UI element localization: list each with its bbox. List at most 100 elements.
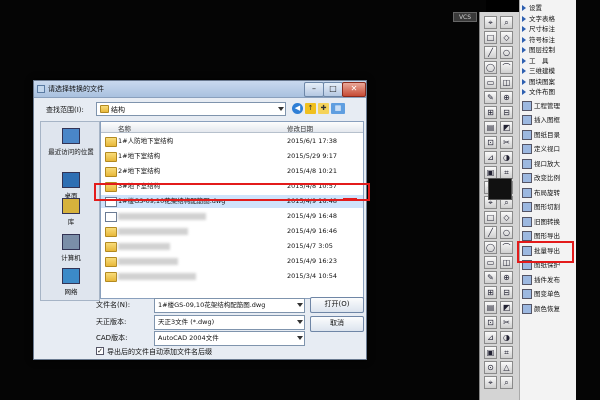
view-menu-icon[interactable]: ▦ — [331, 103, 345, 114]
suffix-checkbox[interactable]: ✓ — [96, 347, 104, 355]
tool-icon[interactable]: ▤ — [484, 301, 497, 314]
file-row[interactable]: 2015/4/9 16:48 — [101, 210, 363, 223]
tool-icon[interactable]: ▣ — [484, 346, 497, 359]
menu-item[interactable]: 插入图框 — [522, 115, 576, 126]
tool-icon[interactable]: ⊞ — [484, 106, 497, 119]
tool-icon[interactable]: ⌒ — [500, 61, 513, 74]
tool-icon[interactable]: △ — [500, 361, 513, 374]
menu-item[interactable]: 改变比例 — [522, 173, 576, 184]
color-swatch[interactable] — [488, 178, 512, 200]
file-row[interactable]: 2015/4/9 16:46 — [101, 225, 363, 238]
tool-icon[interactable]: ⊕ — [500, 91, 513, 104]
dialog-titlebar[interactable]: 请选择转换的文件 – □ ✕ — [34, 81, 366, 98]
file-row[interactable]: 1#楼GS-09,10花架结构配筋图.dwg 2015/4/9 16:48 — [101, 195, 363, 208]
menu-item[interactable]: 定义视口 — [522, 144, 576, 155]
file-list[interactable]: 名称 修改日期 1#人防地下室结构 2015/6/1 17:38 1#地下室结构 20… — [100, 121, 364, 299]
tool-icon[interactable]: ╱ — [484, 226, 497, 239]
file-row[interactable]: 2015/4/9 16:23 — [101, 255, 363, 268]
tool-icon[interactable]: ⌗ — [500, 346, 513, 359]
tool-icon[interactable]: ⌒ — [500, 241, 513, 254]
open-button[interactable]: 打开(O) — [310, 297, 364, 313]
tool-icon[interactable]: ◯ — [484, 241, 497, 254]
tool-icon[interactable]: ○ — [500, 46, 513, 59]
tool-icon[interactable]: ○ — [500, 226, 513, 239]
tool-icon[interactable]: ▤ — [484, 121, 497, 134]
menu-item[interactable]: 设置 — [522, 3, 576, 14]
tool-icon[interactable]: ✎ — [484, 271, 497, 284]
file-row[interactable]: 1#地下室结构 2015/5/29 9:17 — [101, 150, 363, 163]
column-date[interactable]: 修改日期 — [287, 123, 313, 133]
menu-item[interactable]: 工程管理 — [522, 100, 576, 112]
tool-icon[interactable]: ✂ — [500, 136, 513, 149]
tool-icon[interactable]: ◩ — [500, 301, 513, 314]
menu-item[interactable]: 图形切割 — [522, 202, 576, 213]
menu-item[interactable]: 三维建模 — [522, 66, 576, 77]
menu-item[interactable]: 文字表格 — [522, 14, 576, 25]
tool-icon[interactable]: ◯ — [484, 61, 497, 74]
file-row[interactable]: 1#人防地下室结构 2015/6/1 17:38 — [101, 135, 363, 148]
version-select[interactable]: 天正3文件 (*.dwg) — [154, 315, 305, 330]
tool-icon[interactable]: ⌕ — [500, 16, 513, 29]
tool-icon[interactable]: ⌖ — [484, 16, 497, 29]
tool-icon[interactable]: ✎ — [484, 91, 497, 104]
menu-item[interactable]: 图变单色 — [522, 289, 576, 300]
tool-icon[interactable]: ▭ — [484, 256, 497, 269]
tool-icon[interactable]: ▭ — [484, 76, 497, 89]
tool-icon[interactable]: ⊡ — [484, 316, 497, 329]
tool-icon[interactable]: ◫ — [500, 76, 513, 89]
tool-icon[interactable]: ⊿ — [484, 331, 497, 344]
menu-item[interactable]: 颜色恢复 — [522, 303, 576, 315]
tool-icon[interactable]: ◫ — [500, 256, 513, 269]
menu-item[interactable]: 符号标注 — [522, 35, 576, 46]
tool-icon[interactable]: ⊟ — [500, 106, 513, 119]
filename-input[interactable]: 1#楼GS-09,10花架结构配筋图.dwg — [154, 298, 305, 313]
tool-icon[interactable]: ╱ — [484, 46, 497, 59]
tool-icon[interactable]: ⊞ — [484, 286, 497, 299]
tool-icon[interactable]: ◩ — [500, 121, 513, 134]
tool-icon[interactable]: ◑ — [500, 151, 513, 164]
menu-item[interactable]: 布局旋转 — [522, 187, 576, 199]
menu-item[interactable]: 图层控制 — [522, 45, 576, 56]
close-button[interactable]: ✕ — [342, 82, 366, 97]
up-folder-icon[interactable]: ↑ — [305, 103, 316, 114]
tool-icon[interactable]: ⊕ — [500, 271, 513, 284]
menu-item[interactable]: 文件布图 — [522, 87, 576, 98]
tool-icon[interactable]: ⌖ — [484, 376, 497, 389]
file-row[interactable]: 2015/4/7 3:05 — [101, 240, 363, 253]
tool-icon[interactable]: ⊡ — [484, 136, 497, 149]
menu-item[interactable]: 尺寸标注 — [522, 24, 576, 35]
place-item[interactable]: 桌面 — [41, 172, 101, 200]
viewcube-label[interactable]: VCS — [453, 12, 477, 22]
menu-item[interactable]: 图形导出 — [522, 231, 576, 242]
menu-item[interactable]: 插件发布 — [522, 274, 576, 286]
place-item[interactable]: 计算机 — [41, 234, 101, 262]
tool-icon[interactable]: ✂ — [500, 316, 513, 329]
cad-version-select[interactable]: AutoCAD 2004文件 — [154, 331, 305, 346]
menu-item[interactable]: 图纸保护 — [522, 260, 576, 271]
maximize-button[interactable]: □ — [323, 82, 343, 97]
back-icon[interactable]: ◀ — [292, 103, 303, 114]
minimize-button[interactable]: – — [304, 82, 324, 97]
place-item[interactable]: 网络 — [41, 268, 101, 296]
column-name[interactable]: 名称 — [118, 123, 131, 133]
tool-icon[interactable]: ⊙ — [484, 361, 497, 374]
menu-item[interactable]: 图纸目录 — [522, 129, 576, 141]
file-row[interactable]: 3#地下室结构 2015/4/8 10:57 — [101, 180, 363, 193]
tool-icon[interactable]: ◇ — [500, 31, 513, 44]
place-item[interactable]: 最近访问的位置 — [41, 128, 101, 156]
menu-item[interactable]: 旧图转换 — [522, 216, 576, 228]
cancel-button[interactable]: 取消 — [310, 316, 364, 332]
file-row[interactable]: 2015/3/4 10:54 — [101, 270, 363, 283]
tool-icon[interactable]: ⊟ — [500, 286, 513, 299]
tool-icon[interactable]: ◇ — [500, 211, 513, 224]
file-row[interactable]: 2#地下室结构 2015/4/8 10:21 — [101, 165, 363, 178]
lookin-select[interactable]: 结构 — [96, 102, 286, 116]
place-item[interactable]: 库 — [41, 198, 101, 226]
tool-icon[interactable]: ⌕ — [500, 376, 513, 389]
menu-item[interactable]: 视口放大 — [522, 158, 576, 170]
menu-item[interactable]: 图块图案 — [522, 77, 576, 88]
tool-icon[interactable]: □ — [484, 31, 497, 44]
tool-icon[interactable]: ◑ — [500, 331, 513, 344]
tool-icon[interactable]: □ — [484, 211, 497, 224]
menu-item[interactable]: 工 具 — [522, 56, 576, 67]
